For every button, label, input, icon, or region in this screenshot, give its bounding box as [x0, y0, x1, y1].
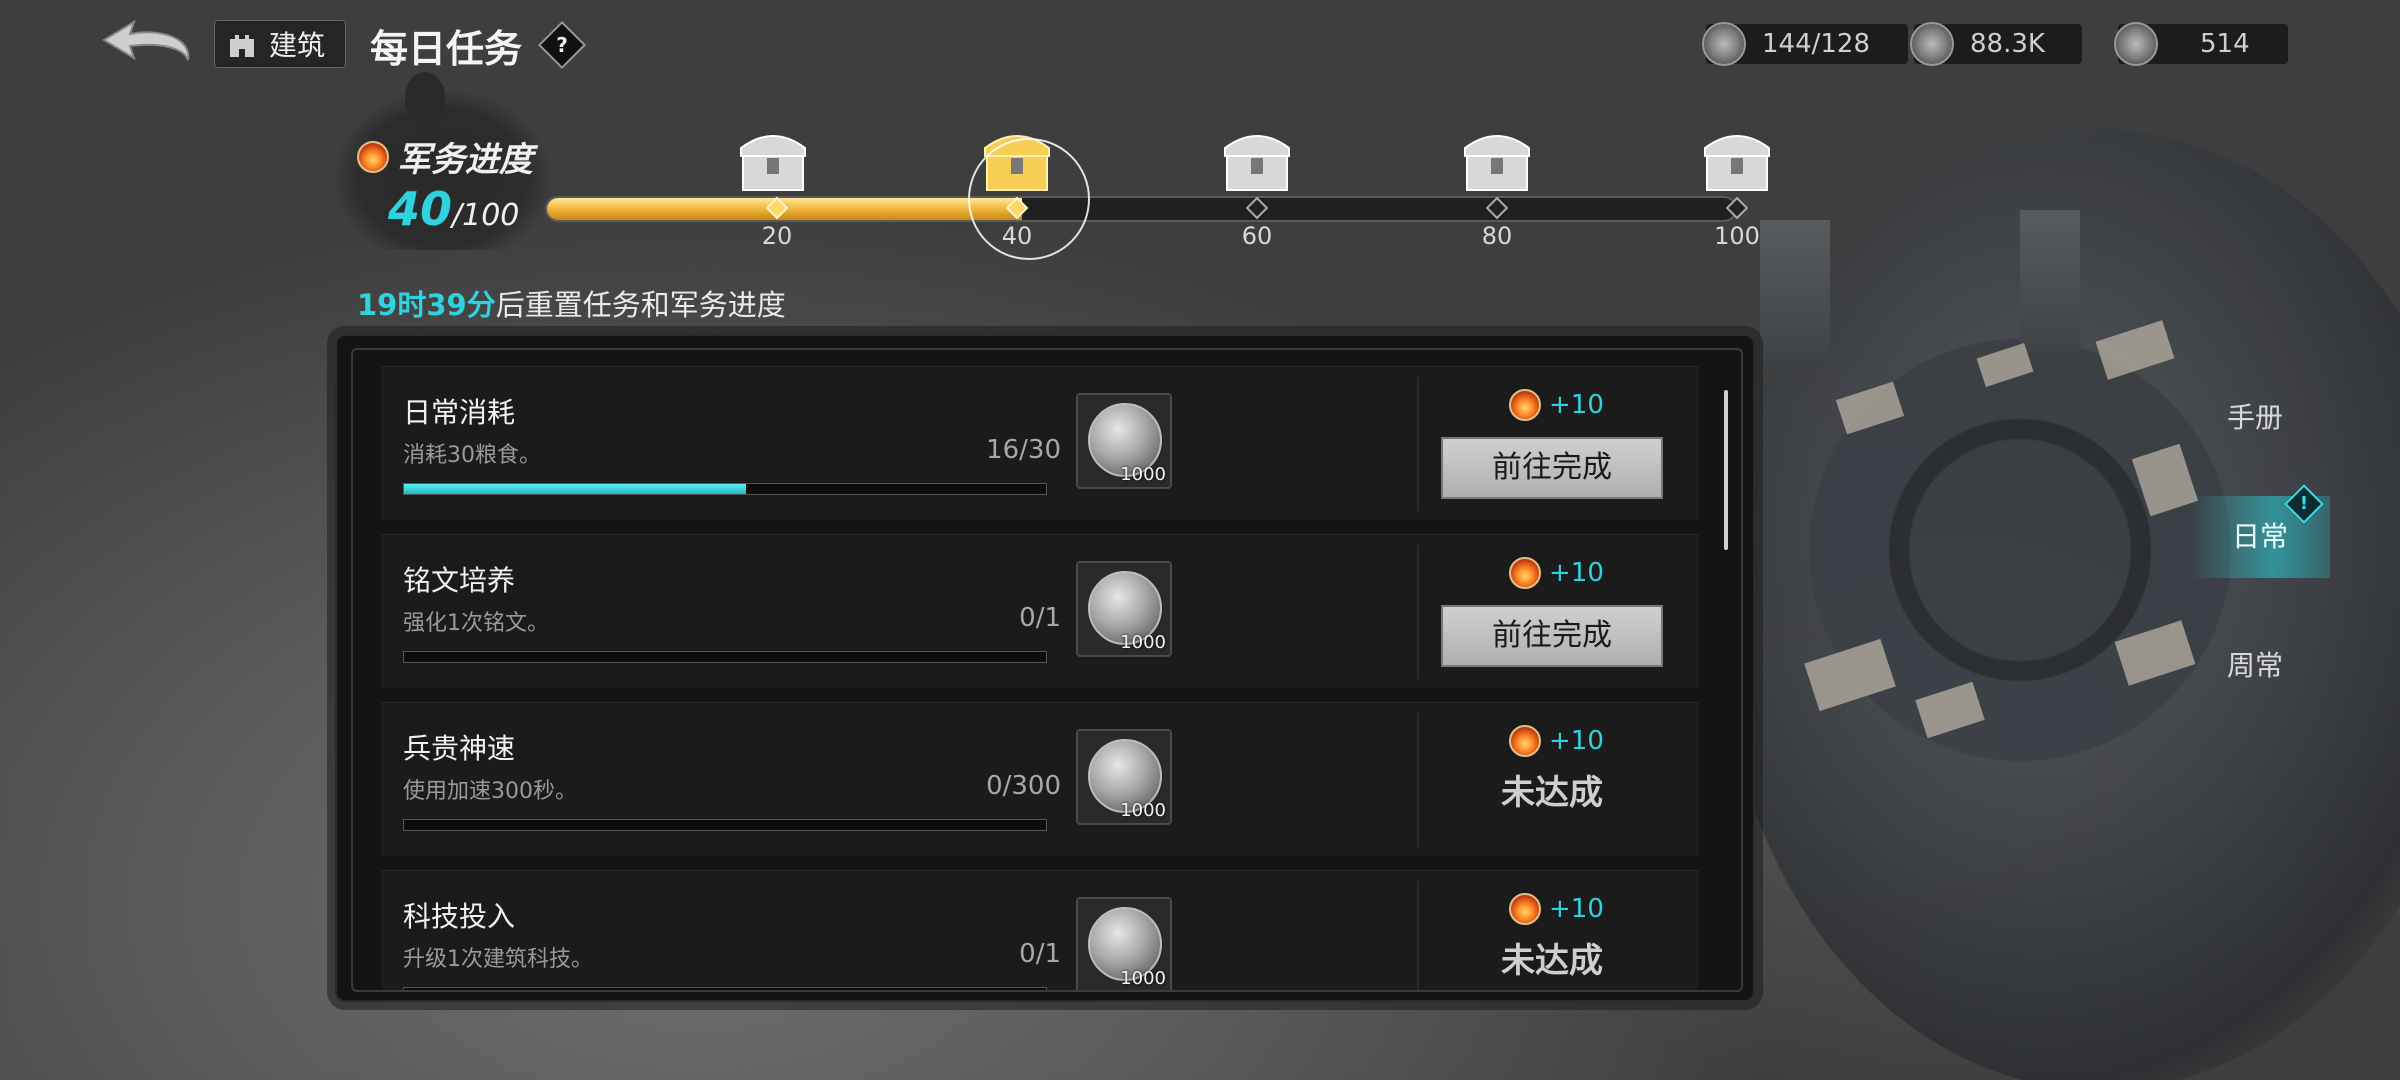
- task-name: 科技投入: [403, 900, 516, 933]
- tab-handbook[interactable]: 手册: [2200, 396, 2310, 436]
- task-progress-bar: [403, 483, 1047, 495]
- points-value: +10: [1549, 390, 1604, 420]
- points-value: +10: [1549, 726, 1604, 756]
- task-progress-bar: [403, 987, 1047, 990]
- reward-qty: 1000: [1120, 464, 1166, 485]
- shield-icon: [2114, 22, 2158, 66]
- task-row: 铭文培养强化1次铭文。 0/1 1000 +10 前往完成: [381, 534, 1699, 688]
- tab-weekly[interactable]: 周常: [2200, 644, 2310, 684]
- task-panel: 日常消耗 消耗30粮食。 16/30 1000 +10 前往完成 铭文培养 强化1次铭文。 0/…: [335, 334, 1755, 1002]
- resource-troops[interactable]: 88.3K: [1910, 22, 2082, 66]
- task-progress-bar: [403, 651, 1047, 663]
- page-title: 每日任务: [370, 26, 523, 71]
- fire-icon: [1509, 389, 1541, 421]
- resource-grain-value: 144/128: [1762, 29, 1871, 59]
- reset-text: 后重置任务和军务进度: [495, 288, 786, 322]
- task-desc: 使用加速300秒。: [403, 779, 577, 804]
- task-count: 0/1: [1019, 603, 1061, 633]
- mission-current: 40: [388, 182, 453, 236]
- reset-time: 19时39分: [357, 288, 496, 322]
- milestone-label: 60: [1241, 222, 1273, 250]
- milestone-chest-icon[interactable]: [1215, 118, 1299, 196]
- milestone-label: 100: [1714, 222, 1760, 250]
- row-divider: [1417, 713, 1419, 847]
- mission-progress-bar: [545, 196, 1737, 222]
- milestone-chest-icon[interactable]: [731, 118, 815, 196]
- mission-progress-value: 40/100: [388, 182, 519, 236]
- task-desc: 强化1次铭文。: [403, 611, 549, 636]
- task-count: 0/300: [986, 771, 1061, 801]
- resource-grain[interactable]: 144/128: [1702, 22, 1908, 66]
- task-count: 16/30: [986, 435, 1061, 465]
- go-complete-button[interactable]: 前往完成: [1441, 437, 1663, 499]
- reward-qty: 1000: [1120, 968, 1166, 989]
- reset-notice: 19时39分后重置任务和军务进度: [357, 282, 786, 324]
- help-icon[interactable]: ?: [537, 20, 587, 70]
- points-reward: +10: [1509, 389, 1604, 421]
- milestone-label: 20: [761, 222, 793, 250]
- reward-item[interactable]: 1000: [1076, 393, 1172, 489]
- milestone-chest-icon[interactable]: [1455, 118, 1539, 196]
- task-desc: 消耗30粮食。: [403, 443, 541, 468]
- resource-troops-value: 88.3K: [1970, 29, 2045, 59]
- points-reward: +10: [1509, 725, 1604, 757]
- go-complete-button[interactable]: 前往完成: [1441, 605, 1663, 667]
- task-name: 铭文培养: [403, 564, 516, 597]
- fire-icon: [1509, 725, 1541, 757]
- fire-icon: [357, 140, 389, 173]
- task-list[interactable]: 日常消耗 消耗30粮食。 16/30 1000 +10 前往完成 铭文培养 强化1次铭文。 0/…: [351, 348, 1743, 992]
- reward-item[interactable]: 1000: [1076, 561, 1172, 657]
- reward-item[interactable]: 1000: [1076, 729, 1172, 825]
- milestone-label: 80: [1481, 222, 1513, 250]
- task-desc: 升级1次建筑科技。: [403, 947, 593, 972]
- back-arrow-icon[interactable]: [100, 18, 194, 74]
- task-name: 日常消耗: [403, 396, 516, 429]
- task-progress-bar: [403, 819, 1047, 831]
- tower-icon: [1910, 22, 1954, 66]
- status-not-reached: 未达成: [1501, 941, 1603, 981]
- status-not-reached: 未达成: [1501, 773, 1603, 813]
- milestone-chest-icon[interactable]: [1695, 118, 1779, 196]
- resource-shield[interactable]: 514: [2114, 22, 2288, 66]
- current-milestone-ring: [968, 138, 1090, 260]
- mission-max: /100: [452, 198, 520, 233]
- task-row: 科技投入升级1次建筑科技。 0/1 1000 +10 未达成: [381, 870, 1699, 990]
- wheat-icon: [1702, 22, 1746, 66]
- task-row: 兵贵神速使用加速300秒。 0/300 1000 +10 未达成: [381, 702, 1699, 856]
- mission-progress-label: 军务进度: [357, 132, 533, 181]
- points-value: +10: [1549, 558, 1604, 588]
- task-list-scrollbar[interactable]: [1724, 390, 1728, 550]
- row-divider: [1417, 545, 1419, 679]
- build-button[interactable]: 建筑: [214, 20, 346, 68]
- task-name: 兵贵神速: [403, 732, 516, 765]
- points-reward: +10: [1509, 893, 1604, 925]
- row-divider: [1417, 377, 1419, 511]
- reward-qty: 1000: [1120, 632, 1166, 653]
- castle-icon: [230, 35, 254, 57]
- build-button-label: 建筑: [269, 29, 326, 62]
- reward-qty: 1000: [1120, 800, 1166, 821]
- reward-item[interactable]: 1000: [1076, 897, 1172, 990]
- fire-icon: [1509, 893, 1541, 925]
- resource-shield-value: 514: [2200, 29, 2250, 59]
- task-count: 0/1: [1019, 939, 1061, 969]
- points-reward: +10: [1509, 557, 1604, 589]
- map-table-background: [1720, 130, 2400, 1080]
- task-row: 日常消耗消耗30粮食。 16/30 1000 +10 前往完成: [381, 366, 1699, 520]
- fire-icon: [1509, 557, 1541, 589]
- row-divider: [1417, 881, 1419, 990]
- points-value: +10: [1549, 894, 1604, 924]
